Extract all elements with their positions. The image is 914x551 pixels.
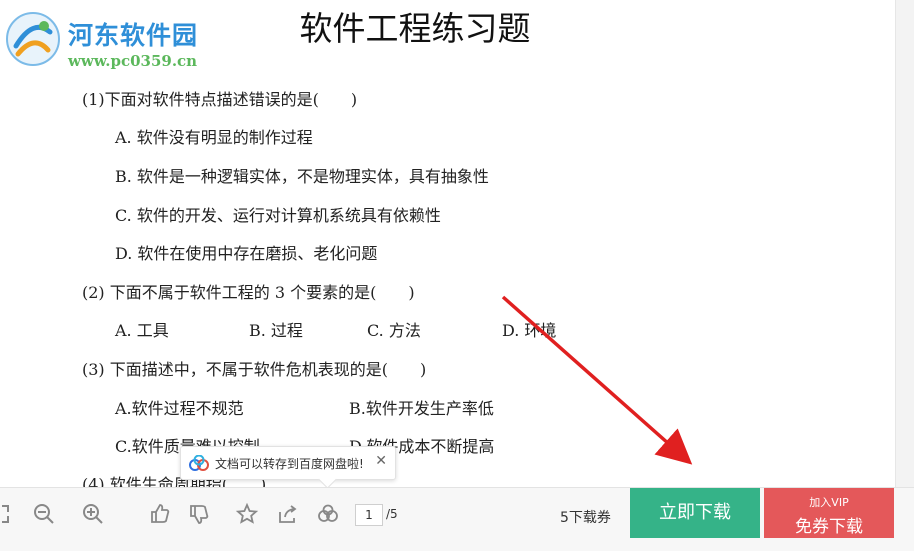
toast-close-icon[interactable]: ✕ xyxy=(375,453,387,469)
document-page: 河东软件园 www.pc0359.cn 软件工程练习题 (1)下面对软件特点描述… xyxy=(0,0,914,487)
question-1: (1)下面对软件特点描述错误的是( ) xyxy=(82,90,358,109)
download-button[interactable]: 立即下载 xyxy=(630,488,760,538)
watermark-url: www.pc0359.cn xyxy=(68,52,198,70)
question-2-option-a: A. 工具 xyxy=(115,321,169,340)
question-1-option-a: A. 软件没有明显的制作过程 xyxy=(115,128,313,147)
toast-text: 文档可以转存到百度网盘啦! xyxy=(215,457,364,471)
fullscreen-icon[interactable] xyxy=(0,502,12,526)
thumbs-down-icon[interactable] xyxy=(187,502,211,526)
share-icon[interactable] xyxy=(276,502,300,526)
vip-join-label: 加入VIP xyxy=(809,496,849,509)
vip-download-label: 免券下载 xyxy=(795,517,863,537)
question-2-option-b: B. 过程 xyxy=(249,321,303,340)
reader-toolbar: 1 /5 5下载券 立即下载 加入VIP 免券下载 xyxy=(0,487,914,551)
page-number-input[interactable]: 1 xyxy=(355,504,383,526)
question-3-option-a: A.软件过程不规范 xyxy=(115,399,244,418)
question-2-option-d: D. 环境 xyxy=(502,321,557,340)
question-1-option-c: C. 软件的开发、运行对计算机系统具有依赖性 xyxy=(115,206,441,225)
thumbs-up-icon[interactable] xyxy=(148,502,172,526)
favorite-star-icon[interactable] xyxy=(235,502,259,526)
baidu-netdisk-icon xyxy=(189,455,209,471)
question-2: (2) 下面不属于软件工程的 3 个要素的是( ) xyxy=(82,283,415,302)
scrollbar-track[interactable] xyxy=(895,0,914,487)
question-2-option-c: C. 方法 xyxy=(367,321,421,340)
toast-pointer xyxy=(318,470,337,487)
question-3-option-b: B.软件开发生产率低 xyxy=(349,399,494,418)
zoom-in-icon[interactable] xyxy=(81,502,105,526)
netdisk-save-icon[interactable] xyxy=(316,502,340,526)
question-1-option-b: B. 软件是一种逻辑实体，不是物理实体，具有抽象性 xyxy=(115,167,489,186)
save-to-netdisk-toast[interactable]: 文档可以转存到百度网盘啦! ✕ xyxy=(180,446,396,487)
question-1-option-d: D. 软件在使用中存在磨损、老化问题 xyxy=(115,244,378,263)
download-coupon-count: 5下载券 xyxy=(560,510,611,526)
document-title: 软件工程练习题 xyxy=(299,9,531,48)
question-3: (3) 下面描述中，不属于软件危机表现的是( ) xyxy=(82,360,427,379)
vip-download-button[interactable]: 加入VIP 免券下载 xyxy=(764,488,894,538)
zoom-out-icon[interactable] xyxy=(32,502,56,526)
page-total: /5 xyxy=(386,507,398,521)
